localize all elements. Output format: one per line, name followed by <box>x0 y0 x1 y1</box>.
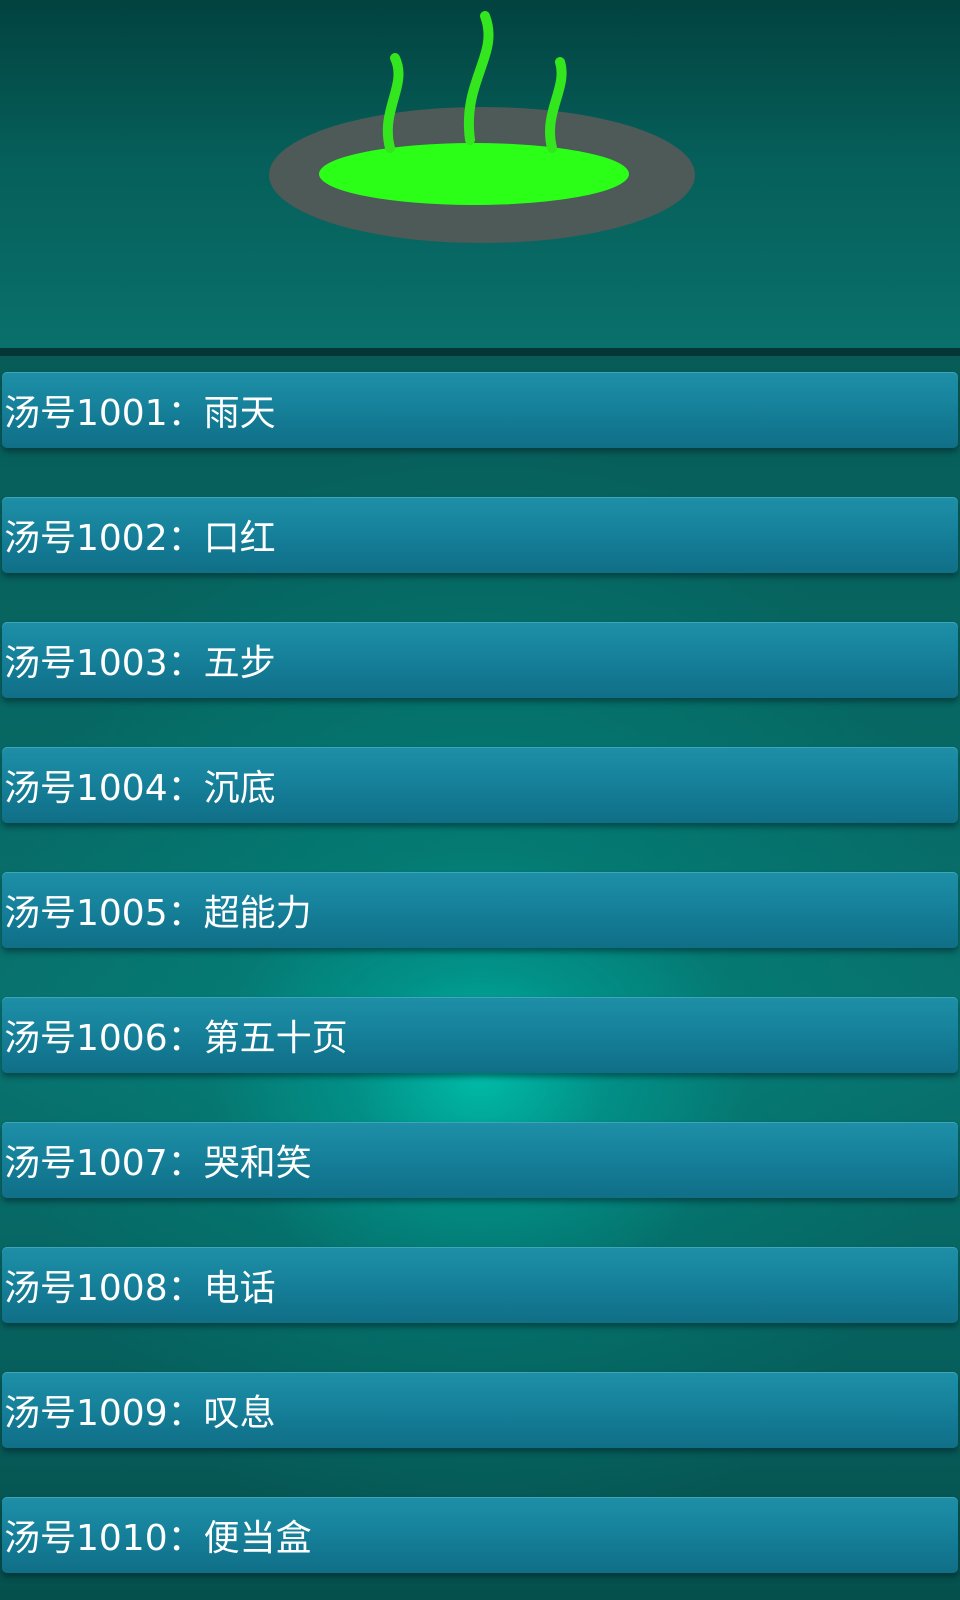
soup-list: 汤号1001：雨天 汤号1002：口红 汤号1003：五步 汤号1004：沉底 … <box>0 356 960 1600</box>
list-item-label: 汤号1001：雨天 <box>4 393 276 434</box>
list-item-1003[interactable]: 汤号1003：五步 <box>2 622 958 698</box>
list-item-label: 汤号1003：五步 <box>4 643 276 684</box>
list-item-label: 汤号1005：超能力 <box>4 893 312 934</box>
list-item-1001[interactable]: 汤号1001：雨天 <box>2 372 958 448</box>
list-item-label: 汤号1008：电话 <box>4 1268 276 1309</box>
steaming-soup-bowl-icon <box>269 11 695 243</box>
soup-surface <box>319 143 629 205</box>
list-item-label: 汤号1002：口红 <box>4 518 276 559</box>
list-item-1009[interactable]: 汤号1009：叹息 <box>2 1372 958 1448</box>
list-item-1007[interactable]: 汤号1007：哭和笑 <box>2 1122 958 1198</box>
list-item-label: 汤号1010：便当盒 <box>4 1518 312 1559</box>
list-item-1005[interactable]: 汤号1005：超能力 <box>2 872 958 948</box>
list-item-label: 汤号1007：哭和笑 <box>4 1143 312 1184</box>
list-item-label: 汤号1009：叹息 <box>4 1393 276 1434</box>
header <box>0 0 960 356</box>
list-item-label: 汤号1006：第五十页 <box>4 1018 348 1059</box>
list-item-1010[interactable]: 汤号1010：便当盒 <box>2 1497 958 1573</box>
list-item-1006[interactable]: 汤号1006：第五十页 <box>2 997 958 1073</box>
list-item-1008[interactable]: 汤号1008：电话 <box>2 1247 958 1323</box>
list-item-label: 汤号1004：沉底 <box>4 768 276 809</box>
list-item-1002[interactable]: 汤号1002：口红 <box>2 497 958 573</box>
list-item-1004[interactable]: 汤号1004：沉底 <box>2 747 958 823</box>
